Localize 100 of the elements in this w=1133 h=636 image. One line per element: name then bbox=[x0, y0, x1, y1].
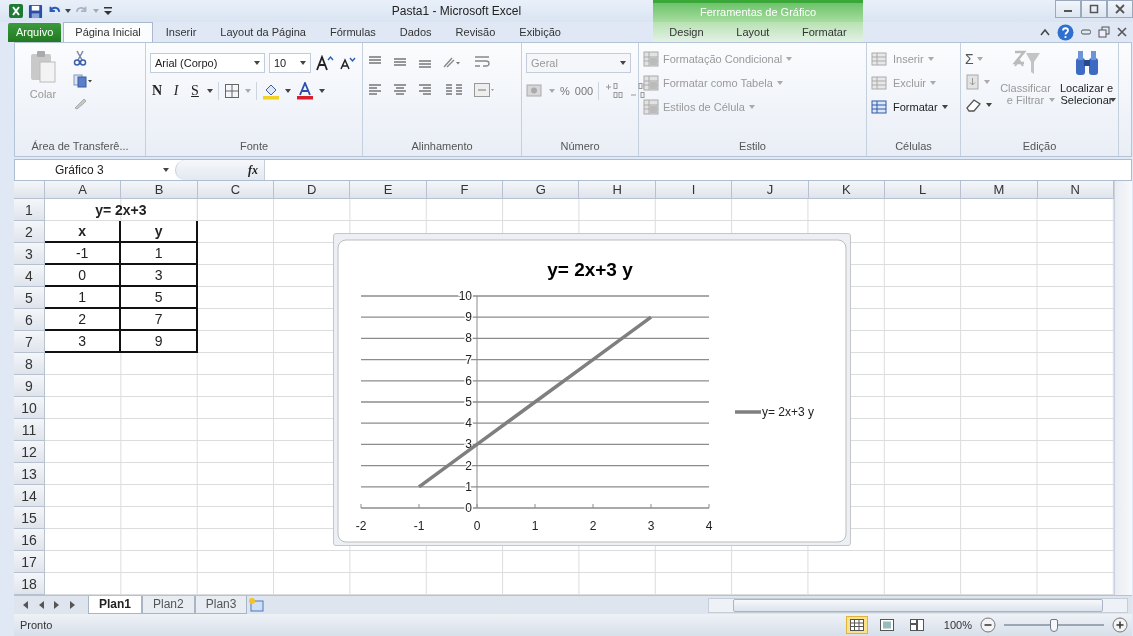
ribbon-tab[interactable]: Arquivo bbox=[8, 23, 62, 42]
column-header[interactable]: K bbox=[808, 181, 885, 199]
bold-button[interactable]: N bbox=[150, 83, 164, 99]
row-header[interactable]: 2 bbox=[14, 221, 45, 243]
ribbon-tab[interactable]: Layout bbox=[730, 23, 776, 42]
sheet-tab[interactable]: Plan1 bbox=[88, 596, 142, 614]
caret-icon[interactable] bbox=[207, 89, 213, 93]
caret-icon[interactable] bbox=[986, 103, 992, 107]
close-button[interactable] bbox=[1107, 0, 1133, 18]
ribbon-tab[interactable]: Formatar bbox=[796, 23, 853, 42]
chart-area[interactable]: y= 2x+3 y 0 1 2 3 4 5 6 7 8 9 10 -2 -1 0 1 2 3 4 y= 2x+3 y bbox=[333, 233, 851, 546]
row-header[interactable]: 4 bbox=[14, 265, 45, 287]
align-center-icon[interactable] bbox=[392, 83, 408, 97]
save-icon[interactable] bbox=[28, 3, 43, 19]
font-name-field[interactable]: Arial (Corpo) bbox=[150, 53, 265, 73]
scissors-icon[interactable] bbox=[73, 50, 87, 66]
caret-icon[interactable] bbox=[65, 9, 71, 13]
fill-icon[interactable] bbox=[965, 74, 981, 90]
column-header[interactable]: B bbox=[121, 181, 198, 199]
eraser-icon[interactable] bbox=[965, 98, 983, 112]
row-header[interactable]: 12 bbox=[14, 441, 45, 463]
shrink-font-icon[interactable] bbox=[339, 56, 356, 70]
zoom-out-icon[interactable] bbox=[980, 617, 996, 633]
maximize-button[interactable] bbox=[1081, 0, 1107, 18]
column-header[interactable]: H bbox=[579, 181, 656, 199]
merge-cells-icon[interactable] bbox=[473, 82, 495, 98]
row-header[interactable]: 6 bbox=[14, 309, 45, 331]
ribbon-tab[interactable]: Design bbox=[663, 23, 710, 42]
column-header[interactable]: A bbox=[45, 181, 122, 199]
column-header[interactable]: G bbox=[503, 181, 580, 199]
font-color-icon[interactable] bbox=[296, 82, 314, 100]
italic-button[interactable]: I bbox=[169, 83, 183, 99]
row-header[interactable]: 16 bbox=[14, 529, 45, 551]
ribbon-tab[interactable]: Revisão bbox=[444, 23, 507, 42]
caret-icon[interactable] bbox=[254, 61, 260, 65]
row-header[interactable]: 13 bbox=[14, 463, 45, 485]
horizontal-scrollbar[interactable] bbox=[708, 597, 1128, 613]
align-middle-icon[interactable] bbox=[392, 55, 408, 69]
column-header[interactable]: C bbox=[197, 181, 275, 199]
sheet-tab[interactable]: Plan2 bbox=[142, 596, 195, 614]
zoom-in-icon[interactable] bbox=[1112, 617, 1128, 633]
column-header[interactable]: F bbox=[426, 181, 504, 199]
column-header[interactable]: M bbox=[961, 181, 1038, 199]
zoom-slider-thumb[interactable] bbox=[1050, 618, 1058, 632]
cells-menu-button[interactable]: Formatar bbox=[871, 98, 948, 116]
row-header[interactable]: 10 bbox=[14, 397, 45, 419]
sheet-tab[interactable]: Plan3 bbox=[194, 596, 248, 614]
ribbon-tab[interactable]: Layout da Página bbox=[209, 23, 317, 42]
column-header[interactable]: E bbox=[350, 181, 427, 199]
row-header[interactable]: 9 bbox=[14, 375, 45, 397]
align-right-icon[interactable] bbox=[417, 83, 433, 97]
vertical-scrollbar[interactable] bbox=[1114, 181, 1132, 595]
collapse-ribbon-icon[interactable] bbox=[1040, 28, 1050, 36]
customize-icon[interactable] bbox=[103, 5, 113, 17]
row-header[interactable]: 11 bbox=[14, 419, 45, 441]
ribbon-tab[interactable]: Página Inicial bbox=[63, 22, 153, 42]
column-header[interactable]: L bbox=[884, 181, 962, 199]
column-header[interactable]: D bbox=[274, 181, 351, 199]
column-header[interactable]: J bbox=[732, 181, 809, 199]
row-header[interactable]: 1 bbox=[14, 199, 45, 221]
ribbon-tab[interactable]: Exibição bbox=[508, 23, 572, 42]
row-header[interactable]: 18 bbox=[14, 573, 45, 595]
row-header[interactable]: 8 bbox=[14, 353, 45, 375]
borders-icon[interactable] bbox=[224, 83, 240, 99]
row-header[interactable]: 17 bbox=[14, 551, 45, 573]
ribbon-tab[interactable]: Fórmulas bbox=[318, 23, 387, 42]
underline-button[interactable]: S bbox=[188, 83, 202, 99]
caret-icon[interactable] bbox=[300, 61, 306, 65]
minimize-icon[interactable] bbox=[1081, 29, 1091, 35]
wrap-text-icon[interactable] bbox=[473, 54, 491, 70]
zoom-level[interactable]: 100% bbox=[943, 619, 972, 631]
row-header[interactable]: 3 bbox=[14, 243, 45, 265]
normal-view-button[interactable] bbox=[845, 616, 868, 634]
ribbon-tab[interactable]: Inserir bbox=[154, 23, 208, 42]
caret-icon[interactable] bbox=[319, 89, 325, 93]
excel-icon[interactable] bbox=[8, 3, 24, 19]
close-icon[interactable] bbox=[1117, 27, 1127, 37]
increase-decimal-icon[interactable] bbox=[604, 82, 625, 100]
group-label: Alinhamento bbox=[410, 140, 474, 154]
align-left-icon[interactable] bbox=[367, 83, 383, 97]
column-header[interactable]: N bbox=[1037, 181, 1114, 199]
font-size-field[interactable]: 10 bbox=[269, 53, 311, 73]
help-icon[interactable] bbox=[1057, 23, 1074, 41]
row-header[interactable]: 5 bbox=[14, 287, 45, 309]
restore-icon[interactable] bbox=[1098, 26, 1110, 38]
grow-font-icon[interactable] bbox=[315, 55, 335, 71]
copy-icon[interactable] bbox=[73, 74, 93, 88]
fill-color-icon[interactable] bbox=[262, 82, 280, 100]
autosum-button[interactable]: Σ bbox=[965, 51, 974, 67]
row-header[interactable]: 7 bbox=[14, 331, 45, 353]
thousands-button[interactable]: 000 bbox=[574, 85, 594, 97]
orientation-icon[interactable] bbox=[442, 55, 462, 69]
row-header[interactable]: 14 bbox=[14, 485, 45, 507]
percent-button[interactable]: % bbox=[560, 85, 570, 97]
minimize-button[interactable] bbox=[1055, 0, 1081, 18]
find-select-button[interactable]: Localizar e Selecionar bbox=[1059, 48, 1114, 106]
column-header[interactable]: I bbox=[655, 181, 733, 199]
caret-icon[interactable] bbox=[285, 89, 291, 93]
ribbon-tab[interactable]: Dados bbox=[388, 23, 443, 42]
row-header[interactable]: 15 bbox=[14, 507, 45, 529]
